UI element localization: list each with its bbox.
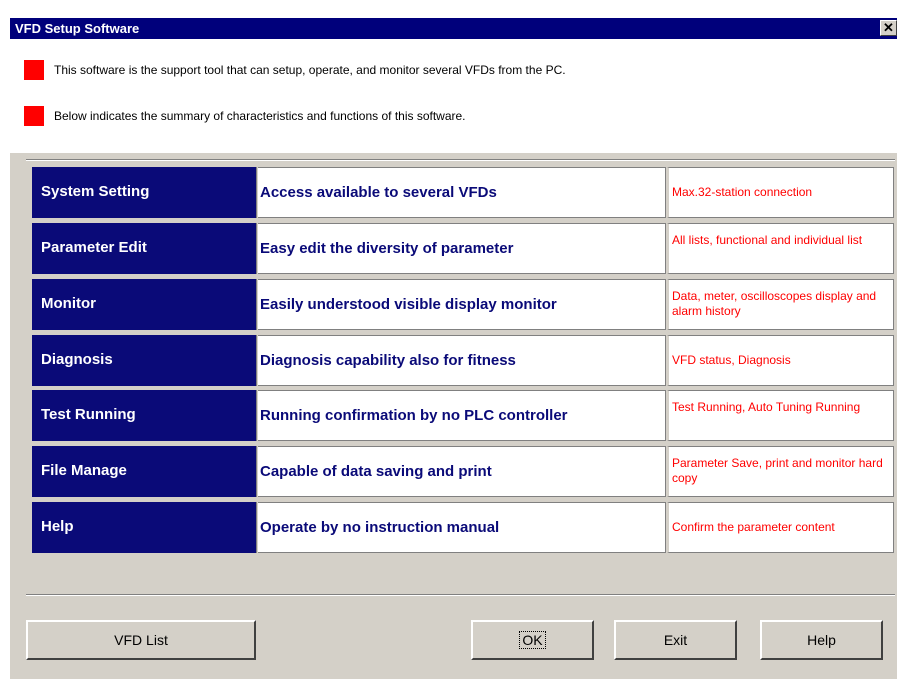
feature-row-system-setting: System Setting Access available to sever… bbox=[32, 167, 894, 218]
feature-description: Easily understood visible display monito… bbox=[258, 279, 666, 330]
close-icon: ✕ bbox=[883, 20, 894, 35]
exit-button[interactable]: Exit bbox=[614, 620, 737, 660]
feature-row-parameter-edit: Parameter Edit Easy edit the diversity o… bbox=[32, 223, 894, 274]
red-bullet-icon bbox=[24, 60, 44, 80]
feature-row-monitor: Monitor Easily understood visible displa… bbox=[32, 279, 894, 330]
help-button[interactable]: Help bbox=[760, 620, 883, 660]
window-title: VFD Setup Software bbox=[15, 21, 140, 36]
feature-row-help: Help Operate by no instruction manual Co… bbox=[32, 502, 894, 553]
vfd-list-button[interactable]: VFD List bbox=[26, 620, 256, 660]
feature-row-test-running: Test Running Running confirmation by no … bbox=[32, 390, 894, 441]
vfd-setup-dialog: VFD Setup Software ✕ This software is th… bbox=[10, 18, 897, 679]
red-bullet-icon bbox=[24, 106, 44, 126]
intro-text: This software is the support tool that c… bbox=[54, 63, 566, 77]
feature-name: File Manage bbox=[32, 446, 257, 497]
feature-description: Access available to several VFDs bbox=[258, 167, 666, 218]
intro-text: Below indicates the summary of character… bbox=[54, 109, 466, 123]
intro-panel: This software is the support tool that c… bbox=[10, 39, 897, 153]
feature-description: Diagnosis capability also for fitness bbox=[258, 335, 666, 386]
divider bbox=[26, 159, 895, 161]
feature-note: Data, meter, oscilloscopes display and a… bbox=[667, 279, 894, 330]
feature-description: Operate by no instruction manual bbox=[258, 502, 666, 553]
feature-note: Max.32-station connection bbox=[667, 167, 894, 218]
feature-description: Easy edit the diversity of parameter bbox=[258, 223, 666, 274]
ok-button[interactable]: OK bbox=[471, 620, 594, 660]
feature-description: Running confirmation by no PLC controlle… bbox=[258, 390, 666, 441]
feature-name: Test Running bbox=[32, 390, 257, 441]
feature-note: Test Running, Auto Tuning Running bbox=[667, 390, 894, 441]
feature-note: VFD status, Diagnosis bbox=[667, 335, 894, 386]
ok-button-label: OK bbox=[519, 631, 546, 649]
divider bbox=[26, 594, 895, 596]
feature-name: Diagnosis bbox=[32, 335, 257, 386]
feature-row-diagnosis: Diagnosis Diagnosis capability also for … bbox=[32, 335, 894, 386]
close-button[interactable]: ✕ bbox=[880, 20, 897, 36]
feature-note: Confirm the parameter content bbox=[667, 502, 894, 553]
feature-name: Monitor bbox=[32, 279, 257, 330]
feature-note: All lists, functional and individual lis… bbox=[667, 223, 894, 274]
feature-note: Parameter Save, print and monitor hard c… bbox=[667, 446, 894, 497]
title-bar: VFD Setup Software ✕ bbox=[10, 18, 897, 39]
feature-name: System Setting bbox=[32, 167, 257, 218]
feature-row-file-manage: File Manage Capable of data saving and p… bbox=[32, 446, 894, 497]
feature-name: Help bbox=[32, 502, 257, 553]
help-button-label: Help bbox=[807, 632, 836, 648]
feature-name: Parameter Edit bbox=[32, 223, 257, 274]
feature-description: Capable of data saving and print bbox=[258, 446, 666, 497]
vfd-list-button-label: VFD List bbox=[114, 632, 168, 648]
exit-button-label: Exit bbox=[663, 632, 688, 648]
